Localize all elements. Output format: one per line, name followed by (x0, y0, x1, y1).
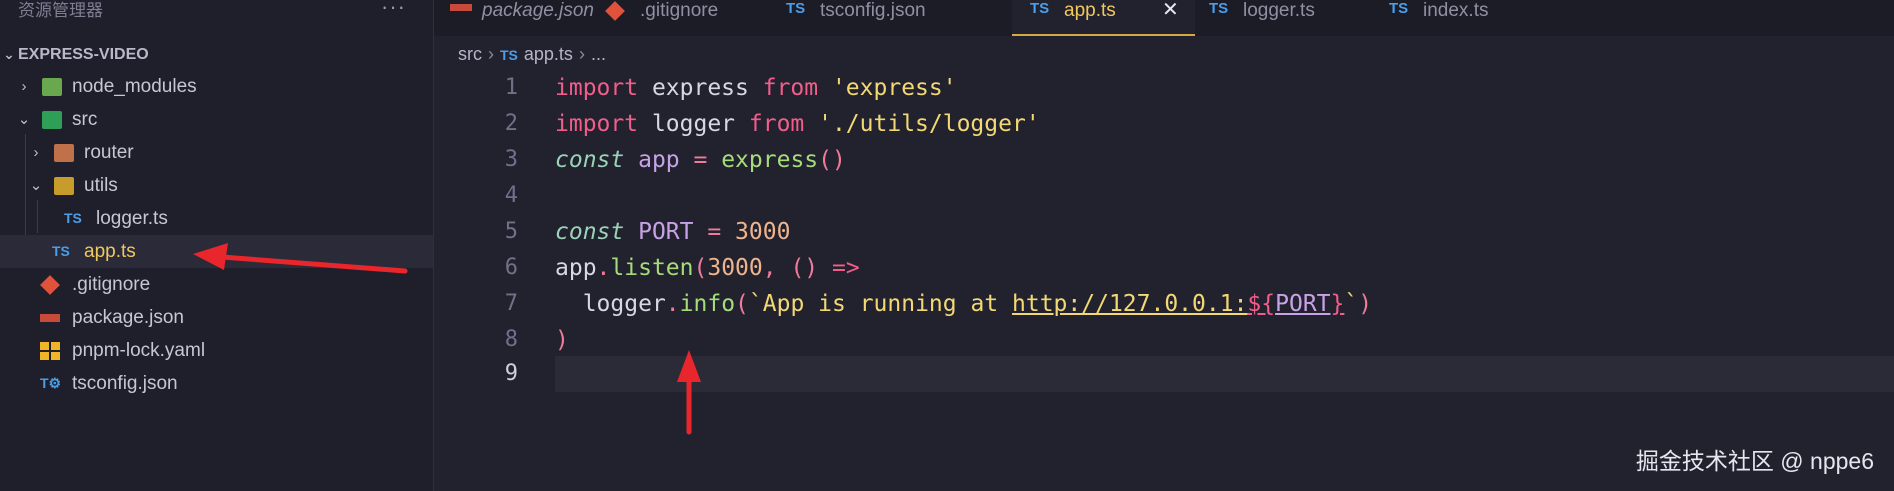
arrow-to-line-8 (677, 350, 701, 435)
arrow-to-app-ts (193, 243, 408, 274)
watermark: 掘金技术社区 @ nppe6 (1635, 448, 1874, 474)
annotation-arrows (193, 243, 701, 435)
